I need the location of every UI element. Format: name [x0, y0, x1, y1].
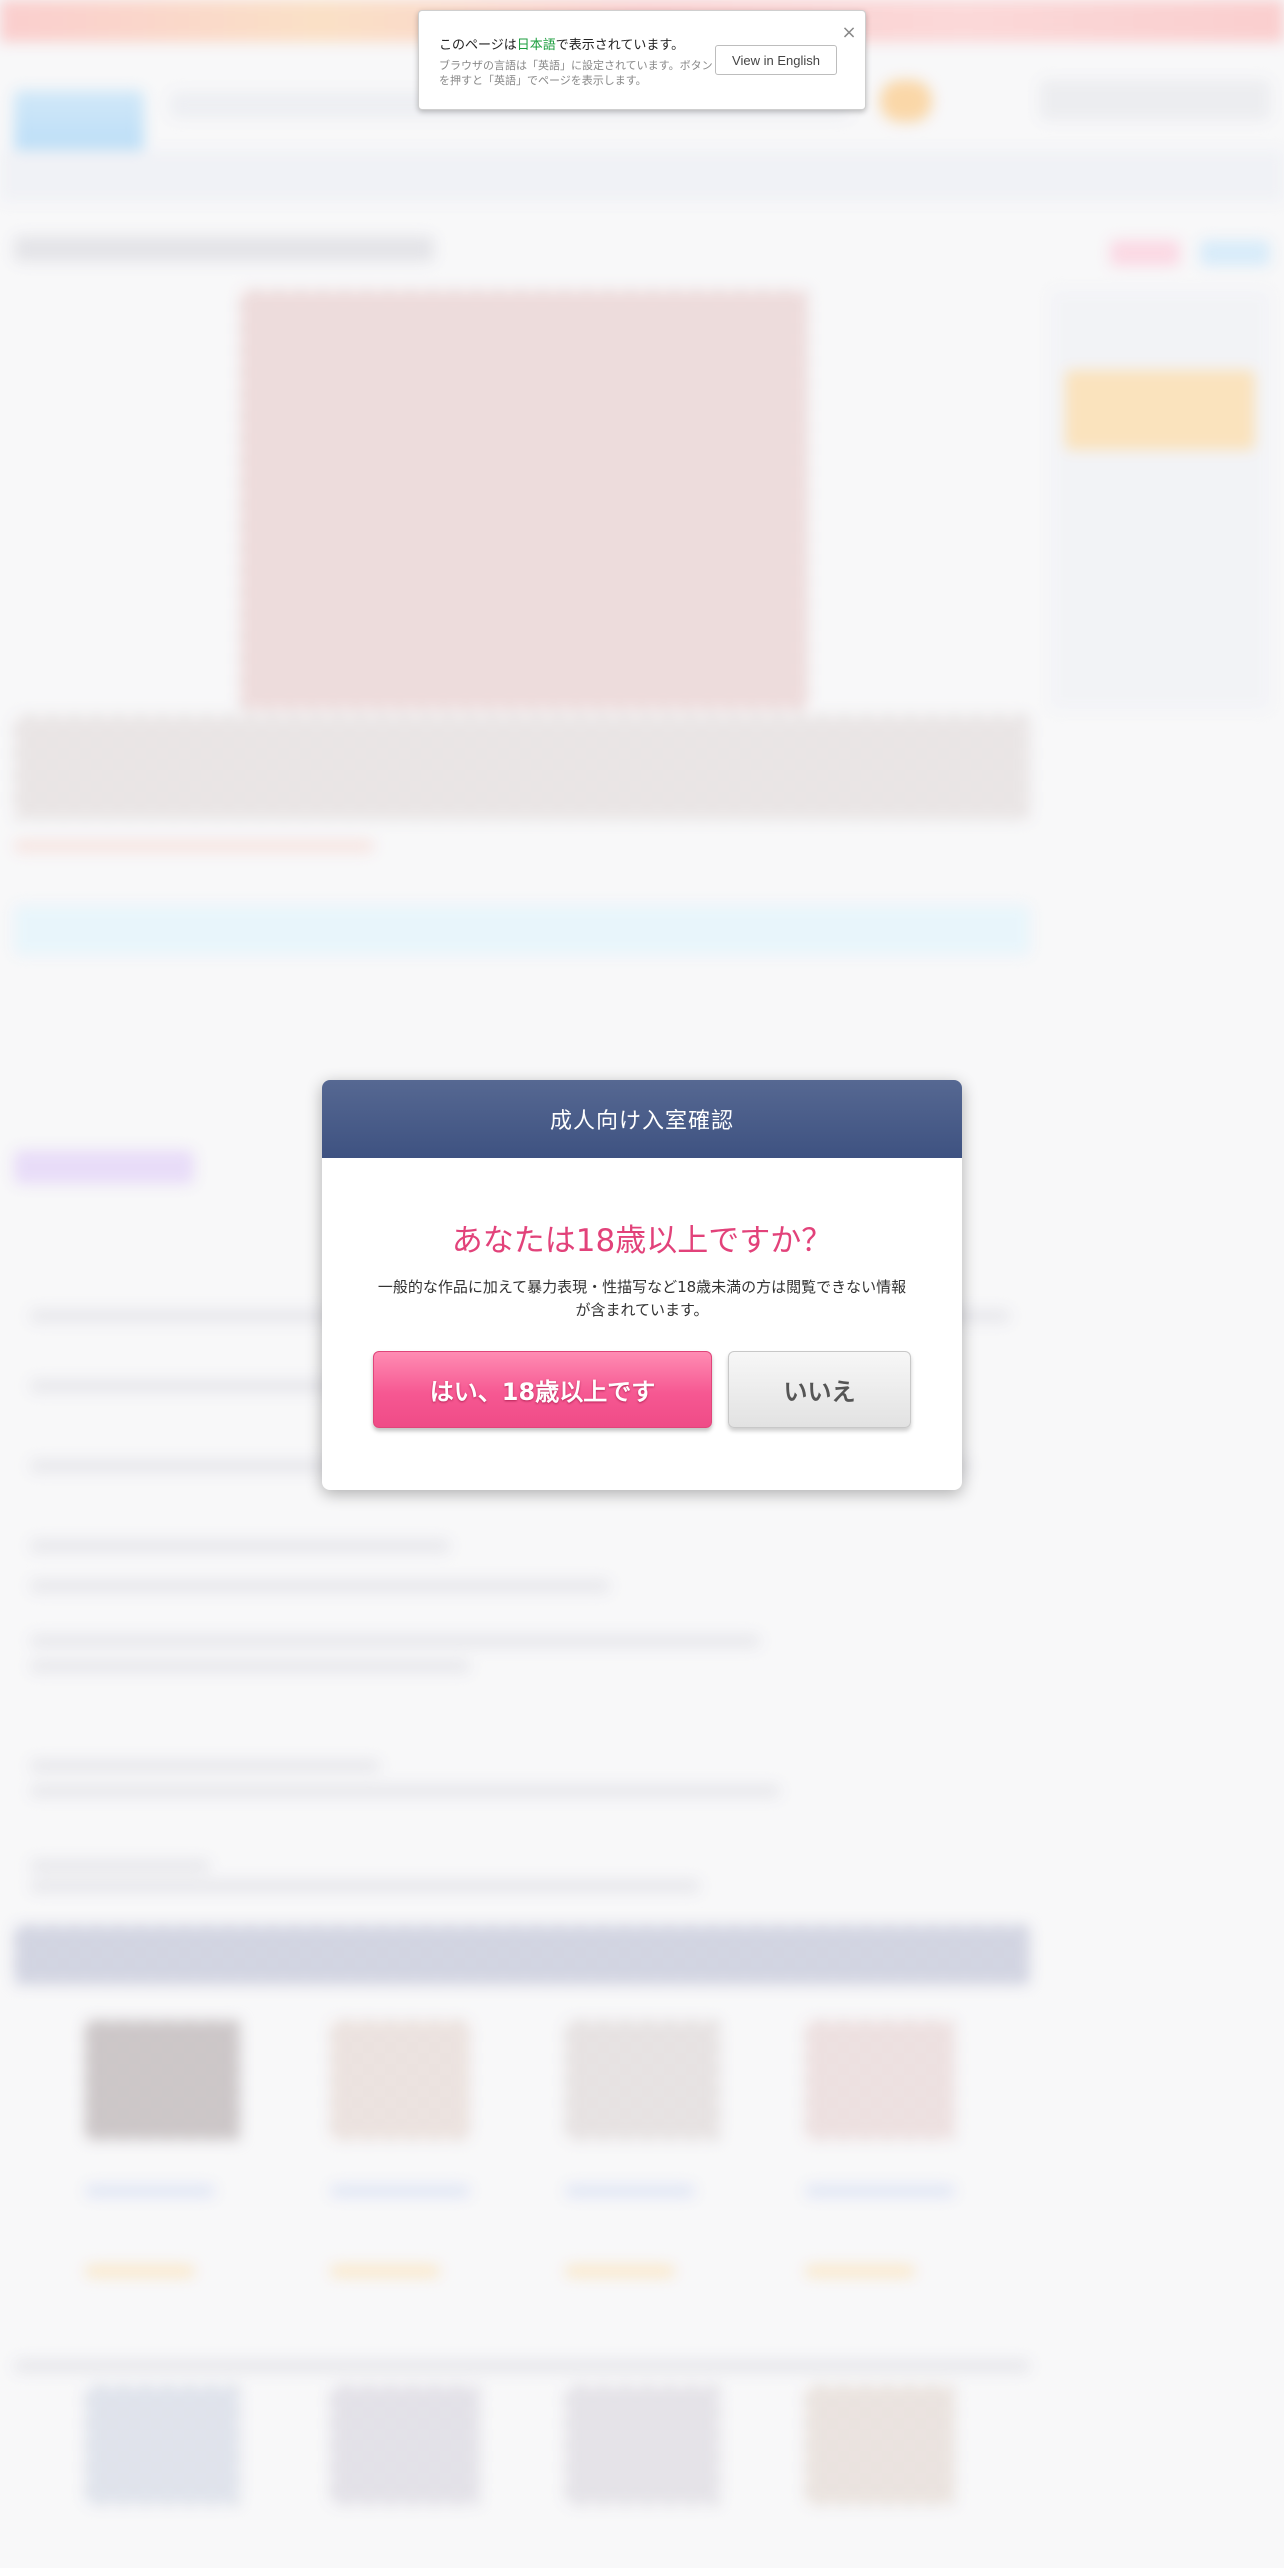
- view-in-english-button[interactable]: View in English: [715, 45, 837, 75]
- translation-language: 日本語: [516, 38, 556, 53]
- translation-popup: このページは日本語で表示されています。 ブラウザの言語は「英語」に設定されていま…: [418, 10, 866, 110]
- close-icon[interactable]: ×: [839, 23, 859, 43]
- age-description: 一般的な作品に加えて暴力表現・性描写など18歳未満の方は閲覧できない情報が含まれ…: [377, 1278, 907, 1319]
- translation-notice: このページは日本語で表示されています。: [439, 34, 684, 53]
- age-question: あなたは18歳以上ですか？: [451, 1223, 833, 1259]
- yes-over-18-button[interactable]: はい、18歳以上です: [373, 1351, 712, 1428]
- modal-header: 成人向け入室確認: [322, 1080, 962, 1158]
- modal-title: 成人向け入室確認: [549, 1109, 734, 1134]
- no-button[interactable]: いいえ: [728, 1351, 911, 1428]
- age-verification-modal: 成人向け入室確認 あなたは18歳以上ですか？ 一般的な作品に加えて暴力表現・性描…: [322, 1080, 962, 1490]
- translation-notice-suffix: で表示されています。: [555, 38, 685, 53]
- translation-notice-prefix: このページは: [439, 38, 517, 53]
- translation-description: ブラウザの言語は「英語」に設定されています。ボタンを押すと「英語」でページを表示…: [439, 59, 713, 87]
